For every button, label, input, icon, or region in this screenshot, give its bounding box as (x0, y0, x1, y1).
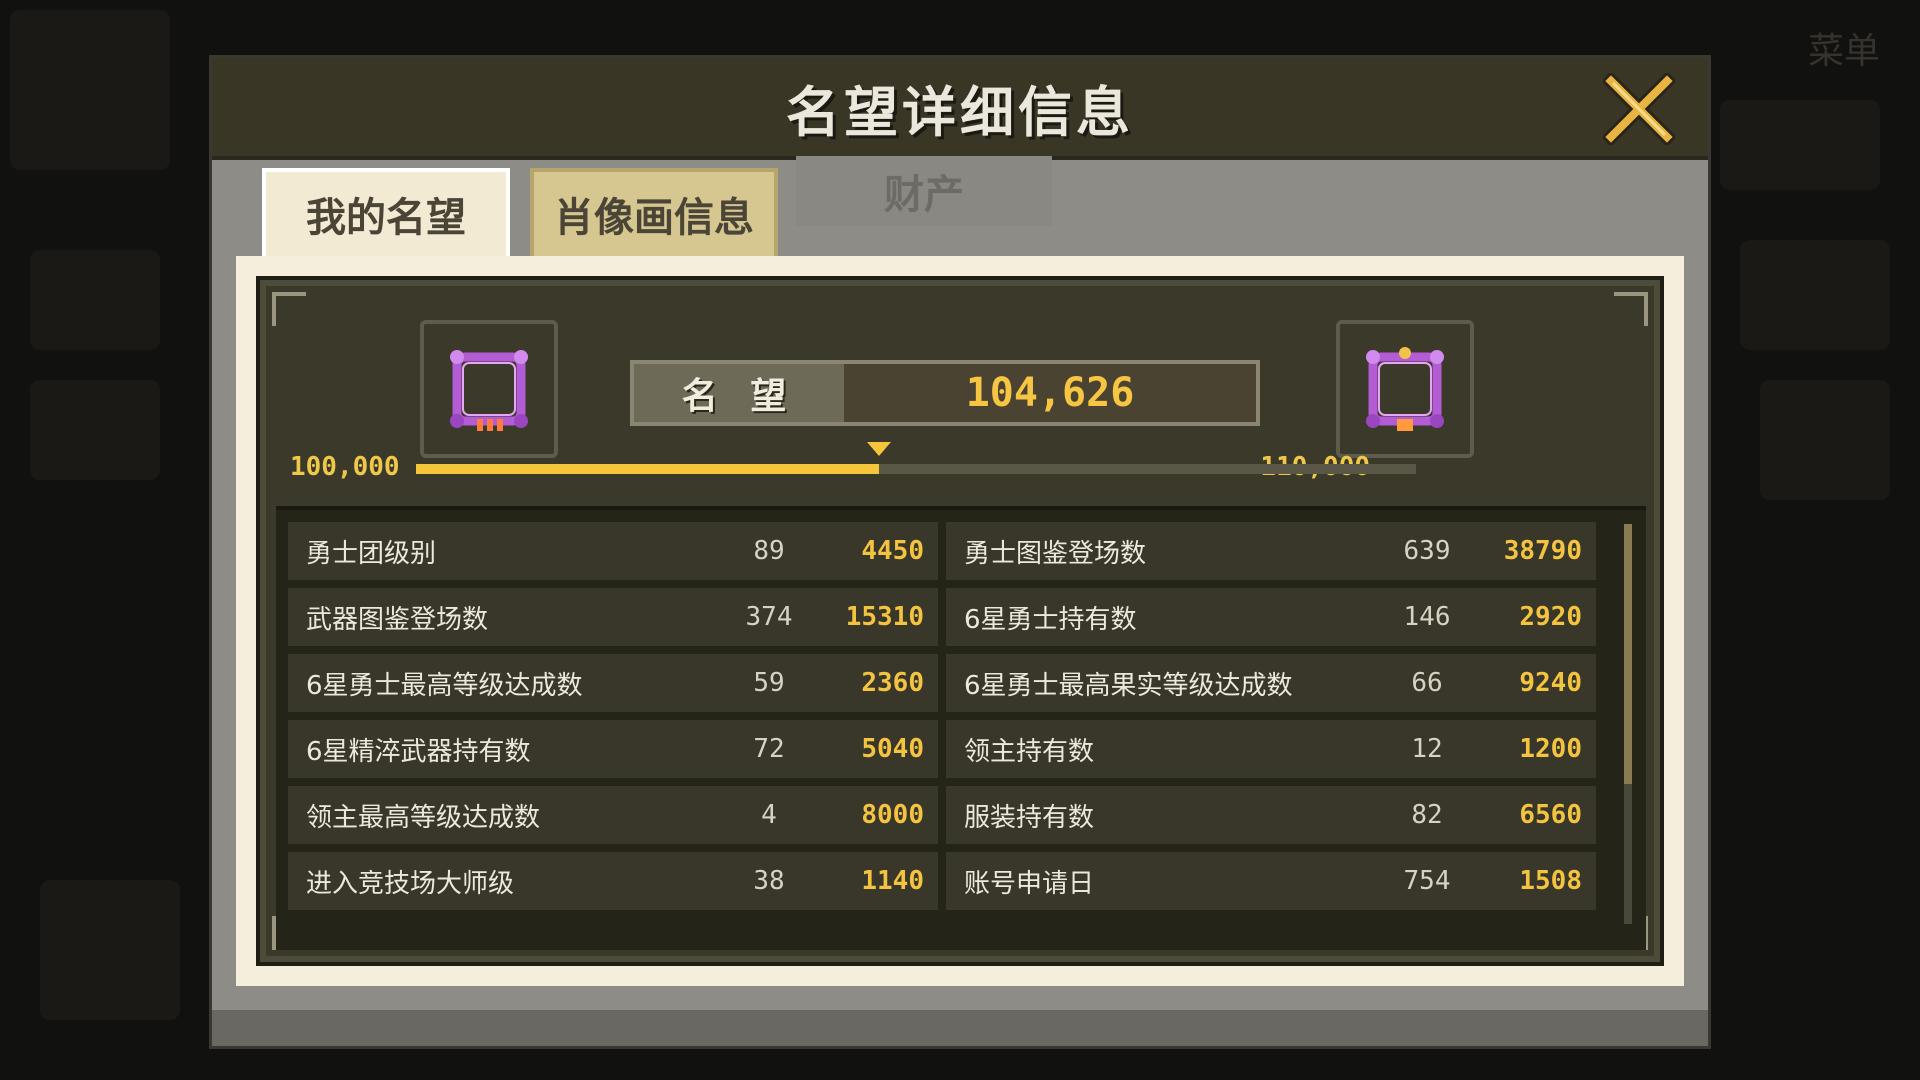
close-x-icon (1603, 73, 1675, 145)
stat-label: 6星勇士持有数 (964, 604, 1137, 635)
stats-grid: 勇士团级别 89 4450 勇士图鉴登场数 639 38790 武器图鉴登场数 374 1531… (288, 522, 1604, 910)
stat-points: 38790 (1503, 536, 1582, 566)
stat-label: 进入竞技场大师级 (306, 868, 515, 899)
tab-label: 我的名望 (306, 195, 466, 241)
stat-row: 勇士图鉴登场数 639 38790 (946, 522, 1596, 580)
tab-my-reputation[interactable]: 我的名望 (262, 168, 510, 256)
dialog-bottom-strip (212, 1010, 1708, 1046)
stat-label: 领主最高等级达成数 (306, 802, 541, 833)
stat-label: 6星勇士最高果实等级达成数 (964, 670, 1293, 701)
stat-row: 服装持有数 82 6560 (946, 786, 1596, 844)
tab-portrait-info[interactable]: 肖像画信息 (530, 168, 778, 256)
stat-count: 12 (1411, 734, 1443, 764)
stat-row: 领主持有数 12 1200 (946, 720, 1596, 778)
reputation-inner-panel: 名 望 104,626 100,000 110,000 勇士团级别894450勇… (256, 276, 1664, 966)
stat-label: 勇士团级别 (306, 538, 437, 569)
current-tier-frame[interactable] (420, 320, 558, 458)
stat-count: 82 (1411, 800, 1443, 830)
scrollbar-thumb[interactable] (1624, 524, 1632, 784)
background-menu-label: 菜单 (1807, 31, 1880, 72)
stat-count: 4 (761, 800, 777, 830)
stat-row: 6星勇士最高果实等级达成数 66 9240 (946, 654, 1596, 712)
stat-label: 6星勇士最高等级达成数 (306, 670, 583, 701)
reputation-progress-bar (416, 464, 1416, 474)
reputation-value-box: 104,626 (844, 364, 1256, 422)
stat-label: 服装持有数 (964, 802, 1095, 833)
reputation-label: 名 望 (681, 376, 797, 417)
tab-label: 肖像画信息 (554, 195, 754, 241)
stat-row: 6星勇士持有数 146 2920 (946, 588, 1596, 646)
background-chat-icon (30, 380, 160, 480)
background-quest-icon (1740, 240, 1890, 350)
next-tier-frame[interactable] (1336, 320, 1474, 458)
stat-row: 6星勇士最高等级达成数 59 2360 (288, 654, 938, 712)
corner-ornament (272, 292, 306, 326)
dialog-title: 名望详细信息 (786, 80, 1134, 144)
purple-portrait-frame-icon (450, 350, 528, 431)
stat-points: 15310 (845, 602, 924, 632)
stat-row: 勇士团级别 89 4450 (288, 522, 938, 580)
stat-count: 66 (1411, 668, 1443, 698)
stat-points: 2920 (1519, 602, 1582, 632)
reputation-value: 104,626 (965, 370, 1135, 416)
dialog-title-bar: 名望详细信息 (212, 58, 1708, 160)
close-button[interactable] (1600, 70, 1678, 148)
stat-label: 勇士图鉴登场数 (964, 538, 1147, 569)
background-mail-icon (30, 250, 160, 350)
stat-row: 账号申请日 754 1508 (946, 852, 1596, 910)
stat-points: 8000 (861, 800, 924, 830)
stat-points: 5040 (861, 734, 924, 764)
stat-label: 账号申请日 (964, 868, 1095, 899)
stat-points: 1200 (1519, 734, 1582, 764)
stat-points: 4450 (861, 536, 924, 566)
range-min-label: 100,000 (290, 452, 400, 482)
reputation-progress-fill (416, 464, 879, 474)
reputation-display: 名 望 104,626 (630, 360, 1260, 426)
reputation-dialog: 名望详细信息 我的名望 肖像画信息 财产 名 望 104,626 100,000… (212, 58, 1708, 1046)
stat-label: 领主持有数 (964, 736, 1095, 767)
stat-row: 进入竞技场大师级 38 1140 (288, 852, 938, 910)
background-house-icon (1760, 380, 1890, 500)
tab-label: 财产 (884, 172, 964, 218)
stat-count: 754 (1403, 866, 1451, 896)
stat-row: 6星精淬武器持有数 72 5040 (288, 720, 938, 778)
stats-scrollbar[interactable] (1624, 524, 1632, 924)
stat-points: 1508 (1519, 866, 1582, 896)
stat-points: 1140 (861, 866, 924, 896)
background-avatar (10, 10, 170, 170)
stat-count: 72 (753, 734, 785, 764)
stat-label: 武器图鉴登场数 (306, 604, 489, 635)
purple-portrait-frame-icon (1366, 347, 1444, 431)
stat-points: 2360 (861, 668, 924, 698)
corner-ornament (1614, 292, 1648, 326)
content-panel: 名 望 104,626 100,000 110,000 勇士团级别894450勇… (236, 256, 1684, 986)
background-message-icon (1720, 100, 1880, 190)
stat-count: 59 (753, 668, 785, 698)
tab-assets: 财产 (796, 156, 1052, 226)
stat-count: 38 (753, 866, 785, 896)
stat-count: 89 (753, 536, 785, 566)
stat-count: 639 (1403, 536, 1451, 566)
stat-points: 9240 (1519, 668, 1582, 698)
stat-count: 146 (1403, 602, 1451, 632)
stat-count: 374 (745, 602, 793, 632)
stats-list[interactable]: 勇士团级别 89 4450 勇士图鉴登场数 639 38790 武器图鉴登场数 374 1531… (276, 506, 1646, 950)
stat-points: 6560 (1519, 800, 1582, 830)
stat-row: 领主最高等级达成数 4 8000 (288, 786, 938, 844)
progress-marker-icon (866, 442, 891, 456)
stat-row: 武器图鉴登场数 374 15310 (288, 588, 938, 646)
stat-label: 6星精淬武器持有数 (306, 736, 531, 767)
background-shop-icon (40, 880, 180, 1020)
